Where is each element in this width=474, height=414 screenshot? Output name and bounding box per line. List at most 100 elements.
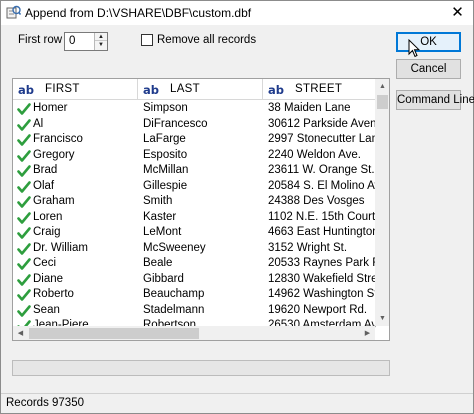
table-cell[interactable]: Francisco (33, 132, 138, 148)
checkmark-icon[interactable] (17, 257, 31, 271)
table-cell[interactable]: Craig (33, 225, 138, 241)
checkmark-icon[interactable] (17, 273, 31, 287)
vertical-scrollbar[interactable]: ▲ ▼ (375, 79, 389, 326)
append-dialog: Append from D:\VSHARE\DBF\custom.dbf ✕ F… (0, 0, 474, 414)
first-row-value[interactable]: 0 (69, 35, 75, 47)
table-cell[interactable]: Gibbard (143, 272, 263, 288)
checkmark-icon[interactable] (17, 180, 31, 194)
table-cell[interactable]: Sean (33, 303, 138, 319)
checkmark-icon[interactable] (17, 102, 31, 116)
table-cell[interactable]: Beauchamp (143, 287, 263, 303)
title-bar[interactable]: Append from D:\VSHARE\DBF\custom.dbf ✕ (1, 1, 473, 25)
table-cell[interactable]: 2997 Stonecutter Lane (268, 132, 376, 148)
table-cell[interactable]: Al (33, 117, 138, 133)
table-cell[interactable]: Diane (33, 272, 138, 288)
ok-button[interactable]: OK (396, 32, 461, 52)
table-cell[interactable]: 24388 Des Vosges (268, 194, 376, 210)
first-row-spinner[interactable]: 0 ▲ ▼ (64, 32, 108, 51)
scroll-down-icon[interactable]: ▼ (375, 311, 389, 326)
table-cell[interactable]: Esposito (143, 148, 263, 164)
table-cell[interactable]: 3152 Wright St. (268, 241, 376, 257)
table-cell[interactable]: 2240 Weldon Ave. (268, 148, 376, 164)
table-cell[interactable]: 23611 W. Orange St. (268, 163, 376, 179)
table-cell[interactable]: 38 Maiden Lane (268, 101, 376, 117)
progress-bar (12, 360, 390, 376)
table-row[interactable]: Craig LeMont 4663 East Huntington Dr (13, 225, 376, 241)
spin-up-icon[interactable]: ▲ (95, 33, 107, 41)
table-cell[interactable]: Beale (143, 256, 263, 272)
table-row[interactable]: Olaf Gillespie 20584 S. El Molino Ave (13, 179, 376, 195)
table-row[interactable]: Dr. William McSweeney 3152 Wright St. (13, 241, 375, 257)
horizontal-scrollbar[interactable]: ◀ ▶ (13, 326, 375, 340)
vertical-scroll-thumb[interactable] (377, 95, 388, 109)
table-row[interactable]: Loren Kaster 1102 N.E. 15th Court (13, 210, 375, 226)
table-cell[interactable]: Gregory (33, 148, 138, 164)
checkmark-icon[interactable] (17, 211, 31, 225)
table-cell[interactable]: Olaf (33, 179, 138, 195)
scroll-up-icon[interactable]: ▲ (375, 79, 389, 94)
column-header-first[interactable]: ab FIRST (13, 79, 138, 100)
table-cell[interactable]: Smith (143, 194, 263, 210)
table-cell[interactable]: Dr. William (33, 241, 138, 257)
table-cell[interactable]: Ceci (33, 256, 138, 272)
table-cell[interactable]: 30612 Parkside Avenue (268, 117, 376, 133)
table-cell[interactable]: Graham (33, 194, 138, 210)
table-cell[interactable]: McSweeney (143, 241, 263, 257)
cancel-button[interactable]: Cancel (396, 59, 461, 79)
checkmark-icon[interactable] (17, 118, 31, 132)
table-row[interactable]: Francisco LaFarge 2997 Stonecutter Lane (13, 132, 376, 148)
checkmark-icon[interactable] (17, 242, 31, 256)
checkmark-icon[interactable] (17, 288, 31, 302)
table-cell[interactable]: 14962 Washington Street (268, 287, 376, 303)
status-bar: Records 97350 (1, 393, 473, 413)
table-cell[interactable]: McMillan (143, 163, 263, 179)
table-cell[interactable]: 4663 East Huntington Dr (268, 225, 376, 241)
scroll-left-icon[interactable]: ◀ (13, 326, 28, 340)
table-cell[interactable]: Simpson (143, 101, 263, 117)
table-cell[interactable]: Stadelmann (143, 303, 263, 319)
table-row[interactable]: Homer Simpson 38 Maiden Lane (13, 101, 375, 117)
horizontal-scroll-thumb[interactable] (29, 328, 199, 339)
table-cell[interactable]: Brad (33, 163, 138, 179)
table-cell[interactable]: 1102 N.E. 15th Court (268, 210, 376, 226)
table-row[interactable]: Roberto Beauchamp 14962 Washington Street (13, 287, 376, 303)
table-row[interactable]: Brad McMillan 23611 W. Orange St. (13, 163, 375, 179)
checkmark-icon[interactable] (17, 304, 31, 318)
table-cell[interactable]: Gillespie (143, 179, 263, 195)
checkmark-icon[interactable] (17, 149, 31, 163)
table-row[interactable]: Graham Smith 24388 Des Vosges (13, 194, 375, 210)
table-row[interactable]: Diane Gibbard 12830 Wakefield Street (13, 272, 376, 288)
text-field-icon: ab (18, 83, 34, 97)
checkmark-icon[interactable] (17, 164, 31, 178)
table-cell[interactable]: Homer (33, 101, 138, 117)
table-cell[interactable]: 19620 Newport Rd. (268, 303, 376, 319)
scroll-right-icon[interactable]: ▶ (360, 326, 375, 340)
table-cell[interactable]: LaFarge (143, 132, 263, 148)
spin-down-icon[interactable]: ▼ (95, 41, 107, 49)
remove-all-checkbox[interactable] (141, 34, 153, 46)
close-icon[interactable]: ✕ (442, 2, 473, 24)
table-cell[interactable]: Loren (33, 210, 138, 226)
spinner-buttons: ▲ ▼ (94, 33, 107, 50)
table-row[interactable]: Ceci Beale 20533 Raynes Park Road (13, 256, 376, 272)
table-cell[interactable]: 20533 Raynes Park Road (268, 256, 376, 272)
table-cell[interactable]: Kaster (143, 210, 263, 226)
command-line-button[interactable]: Command Line (396, 90, 474, 110)
table-cell[interactable]: LeMont (143, 225, 263, 241)
table-cell[interactable]: 12830 Wakefield Street (268, 272, 376, 288)
column-header-label: LAST (170, 83, 200, 95)
table-row[interactable]: Sean Stadelmann 19620 Newport Rd. (13, 303, 375, 319)
text-field-icon: ab (268, 83, 284, 97)
checkmark-icon[interactable] (17, 133, 31, 147)
table-cell[interactable]: DiFrancesco (143, 117, 263, 133)
column-header-street[interactable]: ab STREET (263, 79, 375, 100)
table-row[interactable]: Gregory Esposito 2240 Weldon Ave. (13, 148, 375, 164)
remove-all-label[interactable]: Remove all records (157, 34, 256, 46)
table-cell[interactable]: 20584 S. El Molino Ave (268, 179, 376, 195)
checkmark-icon[interactable] (17, 226, 31, 240)
table-row[interactable]: Al DiFrancesco 30612 Parkside Avenue (13, 117, 376, 133)
column-header-last[interactable]: ab LAST (138, 79, 263, 100)
records-grid[interactable]: ab FIRST ab LAST ab STREET Homer Simpson 3… (12, 78, 390, 341)
checkmark-icon[interactable] (17, 195, 31, 209)
table-cell[interactable]: Roberto (33, 287, 138, 303)
